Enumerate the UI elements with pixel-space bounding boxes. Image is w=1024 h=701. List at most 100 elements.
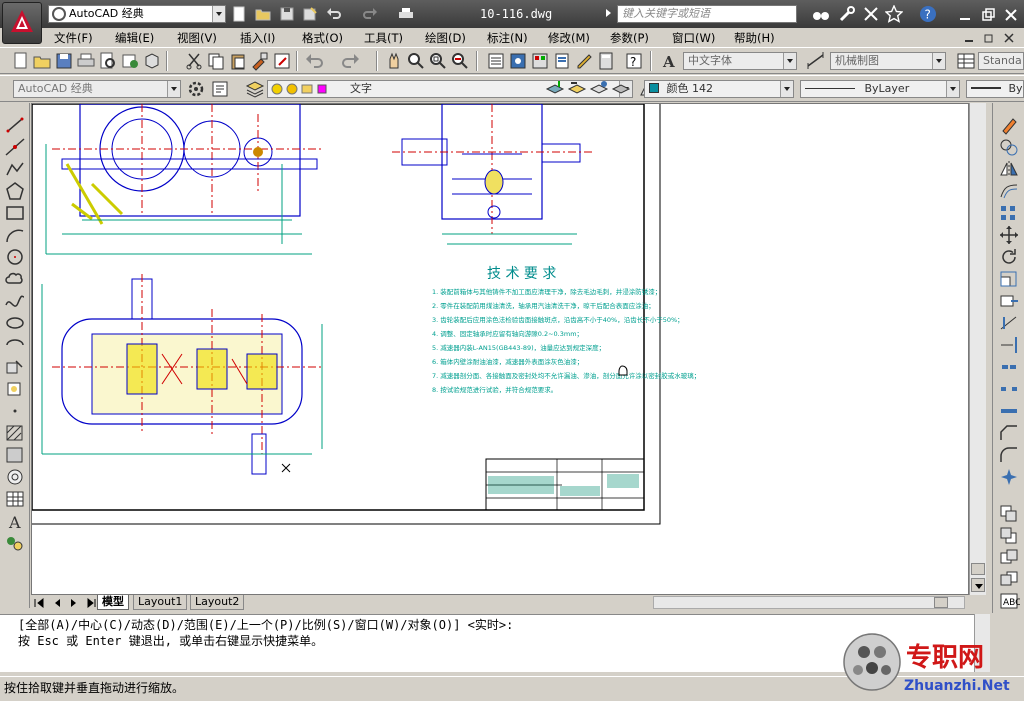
line-tool-icon[interactable] — [4, 115, 26, 135]
menu-tools[interactable]: 工具(T) — [364, 30, 403, 46]
offset-icon[interactable] — [998, 181, 1020, 201]
move-icon[interactable] — [998, 225, 1020, 245]
draw-order-above-icon[interactable] — [998, 547, 1020, 567]
rotate-icon[interactable] — [998, 247, 1020, 267]
mirror-icon[interactable] — [998, 159, 1020, 179]
circle-icon[interactable] — [4, 247, 26, 267]
drawing-canvas[interactable]: 技 术 要 求 1. 装配前箱体与其他铸件不加工面应清理干净，除去毛边毛刺，并浸… — [31, 103, 969, 595]
scroll-down-button[interactable] — [971, 578, 985, 592]
publish-icon[interactable] — [120, 51, 140, 71]
workspace-selector[interactable]: AutoCAD 经典 — [48, 5, 226, 23]
menu-parametric[interactable]: 参数(P) — [610, 30, 649, 46]
menu-insert[interactable]: 插入(I) — [240, 30, 275, 46]
spline-icon[interactable] — [4, 291, 26, 311]
redo-icon[interactable] — [340, 51, 360, 71]
menu-format[interactable]: 格式(O) — [302, 30, 343, 46]
scroll-thumb[interactable] — [934, 597, 948, 608]
save-icon[interactable] — [279, 6, 295, 22]
chamfer-icon[interactable] — [998, 423, 1020, 443]
search-input[interactable]: 键入关键字或短语 — [617, 5, 797, 23]
region-icon[interactable] — [4, 467, 26, 487]
point-icon[interactable] — [4, 401, 26, 421]
explode-icon[interactable] — [998, 467, 1020, 487]
extend-icon[interactable] — [998, 335, 1020, 355]
tab-layout2[interactable]: Layout2 — [190, 595, 245, 610]
draw-order-under-icon[interactable] — [998, 569, 1020, 589]
plot-preview-icon[interactable] — [98, 51, 118, 71]
polygon-icon[interactable] — [4, 181, 26, 201]
break-at-point-icon[interactable] — [998, 357, 1020, 377]
scale-icon[interactable] — [998, 269, 1020, 289]
block-editor-icon[interactable] — [272, 51, 292, 71]
markup-icon[interactable] — [574, 51, 594, 71]
open-icon[interactable] — [32, 51, 52, 71]
sheet-set-icon[interactable] — [552, 51, 572, 71]
zoom-window-icon[interactable] — [428, 51, 448, 71]
linetype-select[interactable]: ByLayer — [800, 80, 960, 98]
star-icon[interactable] — [884, 4, 904, 23]
print-icon[interactable] — [398, 6, 414, 22]
add-selected-icon[interactable] — [4, 533, 26, 553]
table-style-select[interactable]: Standa — [978, 52, 1024, 70]
fillet-icon[interactable] — [998, 445, 1020, 465]
erase-icon[interactable] — [998, 115, 1020, 135]
close-icon[interactable] — [1004, 8, 1018, 22]
horizontal-scrollbar[interactable] — [653, 596, 965, 609]
menu-draw[interactable]: 绘图(D) — [425, 30, 466, 46]
save-as-icon[interactable] — [302, 6, 318, 22]
join-icon[interactable] — [998, 401, 1020, 421]
undo-icon[interactable] — [305, 51, 325, 71]
rectangle-icon[interactable] — [4, 203, 26, 223]
properties-icon[interactable] — [486, 51, 506, 71]
menu-help[interactable]: 帮助(H) — [734, 30, 775, 46]
draw-order-back-icon[interactable] — [998, 525, 1020, 545]
3d-print-icon[interactable] — [142, 51, 162, 71]
polyline-icon[interactable] — [4, 159, 26, 179]
exchange-icon[interactable] — [862, 5, 880, 23]
application-menu-button[interactable] — [2, 2, 42, 44]
layer-manager-icon[interactable] — [245, 79, 265, 99]
copy-object-icon[interactable] — [998, 137, 1020, 157]
match-properties-icon[interactable] — [250, 51, 270, 71]
color-select[interactable]: 颜色 142 — [644, 80, 794, 98]
break-icon[interactable] — [998, 379, 1020, 399]
binoculars-icon[interactable] — [812, 5, 830, 23]
layer-isolate-icon[interactable] — [611, 79, 631, 99]
table-icon[interactable] — [4, 489, 26, 509]
lineweight-select[interactable]: By — [966, 80, 1024, 98]
stretch-icon[interactable] — [998, 291, 1020, 311]
text-style-select[interactable]: 中文字体 — [683, 52, 797, 70]
menu-file[interactable]: 文件(F) — [54, 30, 93, 46]
table-style-icon[interactable] — [956, 51, 976, 71]
restore-icon[interactable] — [981, 8, 995, 22]
trim-icon[interactable] — [998, 313, 1020, 333]
new-file-icon[interactable] — [231, 6, 247, 22]
hatch-icon[interactable] — [4, 423, 26, 443]
menu-edit[interactable]: 编辑(E) — [115, 30, 154, 46]
ellipse-icon[interactable] — [4, 313, 26, 333]
tab-navigation-arrows-icon[interactable] — [33, 595, 97, 611]
dim-style-select[interactable]: 机械制图 — [830, 52, 946, 70]
paste-icon[interactable] — [228, 51, 248, 71]
copy-icon[interactable] — [206, 51, 226, 71]
undo-icon[interactable] — [326, 6, 342, 22]
wrench-icon[interactable] — [838, 5, 856, 23]
workspace-settings-icon[interactable] — [210, 79, 230, 99]
construction-line-icon[interactable] — [4, 137, 26, 157]
redo-icon[interactable] — [362, 6, 378, 22]
menu-window[interactable]: 窗口(W) — [672, 30, 715, 46]
insert-block-icon[interactable] — [4, 357, 26, 377]
help-icon[interactable]: ? — [624, 51, 644, 71]
zoom-realtime-icon[interactable] — [406, 51, 426, 71]
draw-order-front-icon[interactable] — [998, 503, 1020, 523]
arc-icon[interactable] — [4, 225, 26, 245]
menu-view[interactable]: 视图(V) — [177, 30, 217, 46]
save-icon[interactable] — [54, 51, 74, 71]
array-icon[interactable] — [998, 203, 1020, 223]
tab-model[interactable]: 模型 — [97, 595, 129, 610]
multiline-text-icon[interactable]: A — [4, 511, 26, 532]
layer-previous-icon[interactable] — [567, 79, 587, 99]
make-current-layer-icon[interactable] — [545, 79, 565, 99]
help-icon[interactable]: ? — [919, 5, 937, 23]
text-front-icon[interactable]: ABC — [998, 591, 1021, 611]
